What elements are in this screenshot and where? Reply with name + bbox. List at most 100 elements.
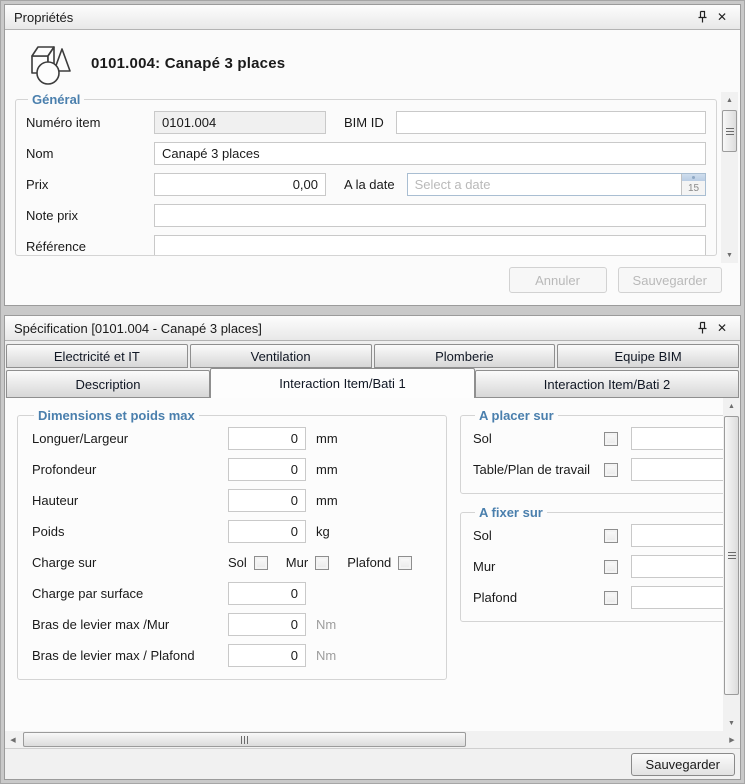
nom-label: Nom (26, 146, 154, 161)
close-icon[interactable]: ✕ (712, 319, 732, 337)
fixer-sol-checkbox[interactable] (604, 529, 618, 543)
charge-par-surface-field (228, 582, 306, 605)
poids-field[interactable] (228, 520, 306, 543)
a-la-date-label: A la date (344, 177, 395, 192)
fixer-sol-field (631, 524, 723, 547)
scroll-down-icon[interactable]: ▼ (721, 247, 738, 263)
tab-electricite-et-it[interactable]: Electricité et IT (6, 344, 188, 368)
properties-content: 0101.004: Canapé 3 places Général Numéro… (5, 30, 740, 305)
bras-levier-mur-unit: Nm (316, 617, 336, 632)
profondeur-field[interactable] (228, 458, 306, 481)
hauteur-field[interactable] (228, 489, 306, 512)
cancel-button[interactable]: Annuler (509, 267, 607, 293)
item-header-row: 0101.004: Canapé 3 places (5, 30, 740, 92)
calendar-icon[interactable]: 15 (681, 174, 705, 195)
specification-scroll-thumb[interactable] (724, 416, 739, 695)
fixer-mur-label: Mur (473, 559, 604, 574)
tab-interaction-item-bati-1[interactable]: Interaction Item/Bati 1 (210, 368, 475, 398)
properties-vertical-scrollbar[interactable]: ▲ ▼ (721, 92, 738, 263)
numero-item-label: Numéro item (26, 115, 154, 130)
placer-sol-checkbox[interactable] (604, 432, 618, 446)
fixer-sol-label: Sol (473, 528, 604, 543)
charge-sur-row: Charge sur Sol Mur Plafond (32, 547, 434, 578)
charge-mur-checkbox[interactable] (315, 556, 329, 570)
fixer-mur-checkbox[interactable] (604, 560, 618, 574)
properties-titlebar: Propriétés ✕ (5, 5, 740, 30)
specification-title: Spécification [0101.004 - Canapé 3 place… (14, 321, 262, 336)
numero-item-field[interactable] (154, 111, 326, 134)
longueur-field[interactable] (228, 427, 306, 450)
fixer-mur-field (631, 555, 723, 578)
date-field[interactable] (408, 174, 681, 195)
scroll-left-icon[interactable]: ◀ (5, 736, 21, 744)
scroll-down-icon[interactable]: ▼ (723, 715, 740, 731)
note-prix-label: Note prix (26, 208, 154, 223)
profondeur-label: Profondeur (32, 462, 228, 477)
application-window: Propriétés ✕ (0, 0, 745, 784)
nom-field[interactable] (154, 142, 706, 165)
bras-levier-mur-row: Bras de levier max /Mur Nm (32, 609, 434, 640)
poids-label: Poids (32, 524, 228, 539)
poids-row: Poids kg (32, 516, 434, 547)
profondeur-unit: mm (316, 462, 338, 477)
dimensions-legend: Dimensions et poids max (34, 408, 199, 423)
nom-row: Nom (26, 138, 706, 169)
scroll-right-icon[interactable]: ▶ (724, 736, 740, 744)
fixer-sol-row: Sol (473, 520, 723, 551)
charge-plafond-checkbox[interactable] (398, 556, 412, 570)
tab-description[interactable]: Description (6, 370, 210, 398)
general-groupbox: Général Numéro item BIM ID Nom Prix (15, 92, 717, 256)
general-scroll-region: Général Numéro item BIM ID Nom Prix (5, 92, 740, 263)
prix-row: Prix A la date 15 (26, 169, 706, 200)
profondeur-row: Profondeur mm (32, 454, 434, 485)
note-prix-row: Note prix (26, 200, 706, 231)
item-title: 0101.004: Canapé 3 places (91, 55, 285, 72)
specification-tabs: Electricité et IT Ventilation Plomberie … (5, 341, 740, 398)
general-legend: Général (28, 92, 84, 107)
a-placer-sur-groupbox: A placer sur Sol Table/Plan de travail (460, 408, 723, 494)
bras-levier-mur-label: Bras de levier max /Mur (32, 617, 228, 632)
placer-table-checkbox[interactable] (604, 463, 618, 477)
close-icon[interactable]: ✕ (712, 8, 732, 26)
save-button[interactable]: Sauvegarder (618, 267, 722, 293)
bim-id-label: BIM ID (344, 115, 384, 130)
tab-ventilation[interactable]: Ventilation (190, 344, 372, 368)
fixer-plafond-row: Plafond (473, 582, 723, 613)
tab-equipe-bim[interactable]: Equipe BIM (557, 344, 739, 368)
specification-vertical-scrollbar[interactable]: ▲ ▼ (723, 398, 740, 731)
placement-column: A placer sur Sol Table/Plan de travail A… (448, 398, 723, 731)
a-placer-sur-legend: A placer sur (475, 408, 558, 423)
note-prix-field[interactable] (154, 204, 706, 227)
horizontal-scroll-track[interactable] (21, 731, 724, 748)
bim-id-field[interactable] (396, 111, 706, 134)
prix-field[interactable] (154, 173, 326, 196)
charge-plafond-label: Plafond (347, 555, 391, 570)
horizontal-scroll-thumb[interactable] (23, 732, 466, 747)
pin-icon-glyph (697, 10, 708, 24)
charge-mur-label: Mur (286, 555, 308, 570)
pin-icon[interactable] (692, 8, 712, 26)
properties-scroll-thumb[interactable] (722, 110, 737, 152)
placer-table-label: Table/Plan de travail (473, 462, 604, 477)
specification-scroll-track[interactable] (723, 414, 740, 715)
reference-label: Référence (26, 239, 154, 254)
tab-interaction-item-bati-2[interactable]: Interaction Item/Bati 2 (475, 370, 739, 398)
properties-scroll-track[interactable] (721, 108, 738, 247)
charge-sur-label: Charge sur (32, 555, 228, 570)
hauteur-row: Hauteur mm (32, 485, 434, 516)
tab-plomberie[interactable]: Plomberie (374, 344, 556, 368)
bras-levier-plafond-row: Bras de levier max / Plafond Nm (32, 640, 434, 671)
scroll-up-icon[interactable]: ▲ (723, 398, 740, 414)
reference-field[interactable] (154, 235, 706, 256)
bras-levier-plafond-field (228, 644, 306, 667)
specification-panel: Spécification [0101.004 - Canapé 3 place… (4, 315, 741, 780)
tab-row-2: Description Interaction Item/Bati 1 Inte… (6, 370, 739, 398)
specification-bottom-bar: Sauvegarder (5, 748, 740, 779)
scroll-up-icon[interactable]: ▲ (721, 92, 738, 108)
save-button[interactable]: Sauvegarder (631, 753, 735, 776)
fixer-plafond-checkbox[interactable] (604, 591, 618, 605)
specification-horizontal-scrollbar[interactable]: ◀ ▶ (5, 731, 740, 748)
pin-icon[interactable] (692, 319, 712, 337)
scroll-grip (728, 552, 736, 559)
charge-sol-checkbox[interactable] (254, 556, 268, 570)
